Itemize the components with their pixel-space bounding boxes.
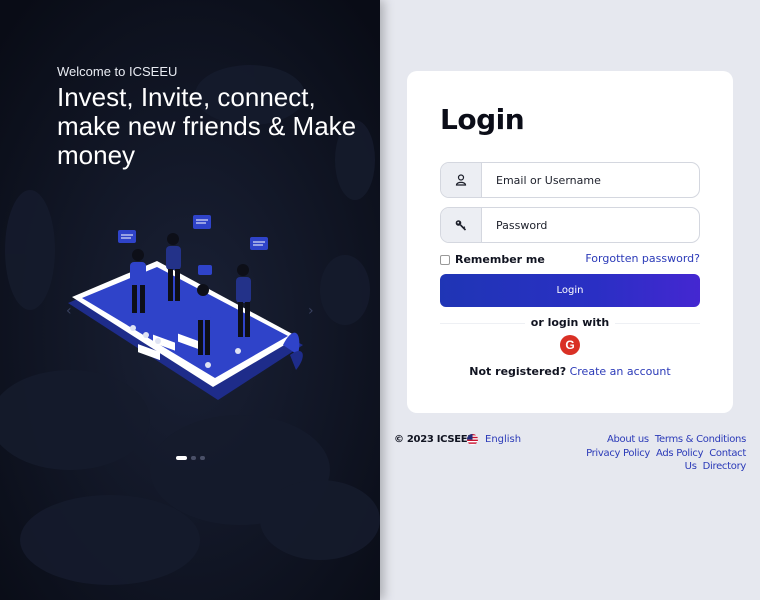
carousel-dot-3[interactable] bbox=[200, 456, 205, 460]
carousel-indicators bbox=[176, 456, 205, 460]
carousel-next-icon[interactable]: › bbox=[308, 303, 314, 319]
footer-link-privacy[interactable]: Privacy Policy bbox=[586, 448, 650, 459]
password-input[interactable] bbox=[482, 208, 699, 242]
hero-panel: Welcome to ICSEEU Invest, Invite, connec… bbox=[0, 0, 380, 600]
language-selector[interactable]: English bbox=[467, 434, 521, 445]
remember-me-checkbox[interactable] bbox=[440, 254, 450, 265]
create-account-link[interactable]: Create an account bbox=[570, 365, 671, 378]
footer-link-directory[interactable]: Directory bbox=[703, 461, 747, 472]
email-input[interactable] bbox=[482, 163, 699, 197]
language-label: English bbox=[485, 434, 522, 445]
footer-link-ads-policy[interactable]: Ads Policy bbox=[656, 448, 703, 459]
register-question: Not registered? bbox=[469, 365, 567, 378]
key-icon bbox=[441, 208, 482, 242]
google-icon[interactable]: G bbox=[560, 335, 580, 355]
carousel-prev-icon[interactable]: ‹ bbox=[66, 303, 72, 319]
user-icon bbox=[441, 163, 482, 197]
carousel-dot-2[interactable] bbox=[191, 456, 196, 460]
us-flag-icon bbox=[467, 434, 478, 445]
or-login-with-label: or login with bbox=[524, 316, 616, 329]
community-phone-illustration bbox=[68, 215, 303, 400]
footer-links: About us Terms & Conditions Privacy Polic… bbox=[571, 433, 746, 474]
login-button[interactable]: Login bbox=[440, 274, 700, 307]
forgot-password-link[interactable]: Forgotten password? bbox=[585, 252, 700, 265]
footer-link-about[interactable]: About us bbox=[607, 434, 649, 445]
remember-me[interactable]: Remember me bbox=[440, 253, 545, 266]
copyright: © 2023 ICSEEU bbox=[394, 434, 476, 445]
email-field bbox=[440, 162, 700, 198]
footer-link-terms[interactable]: Terms & Conditions bbox=[655, 434, 746, 445]
password-field bbox=[440, 207, 700, 243]
or-login-with: or login with bbox=[407, 316, 733, 329]
hero-headline: Invest, Invite, connect, make new friend… bbox=[57, 82, 357, 170]
login-card: Login Remember me Forgotten password? Lo… bbox=[407, 71, 733, 413]
register-prompt: Not registered? Create an account bbox=[407, 365, 733, 378]
welcome-text: Welcome to ICSEEU bbox=[57, 64, 178, 79]
carousel-dot-1[interactable] bbox=[176, 456, 187, 460]
remember-me-label: Remember me bbox=[455, 253, 545, 266]
login-title: Login bbox=[440, 103, 525, 136]
